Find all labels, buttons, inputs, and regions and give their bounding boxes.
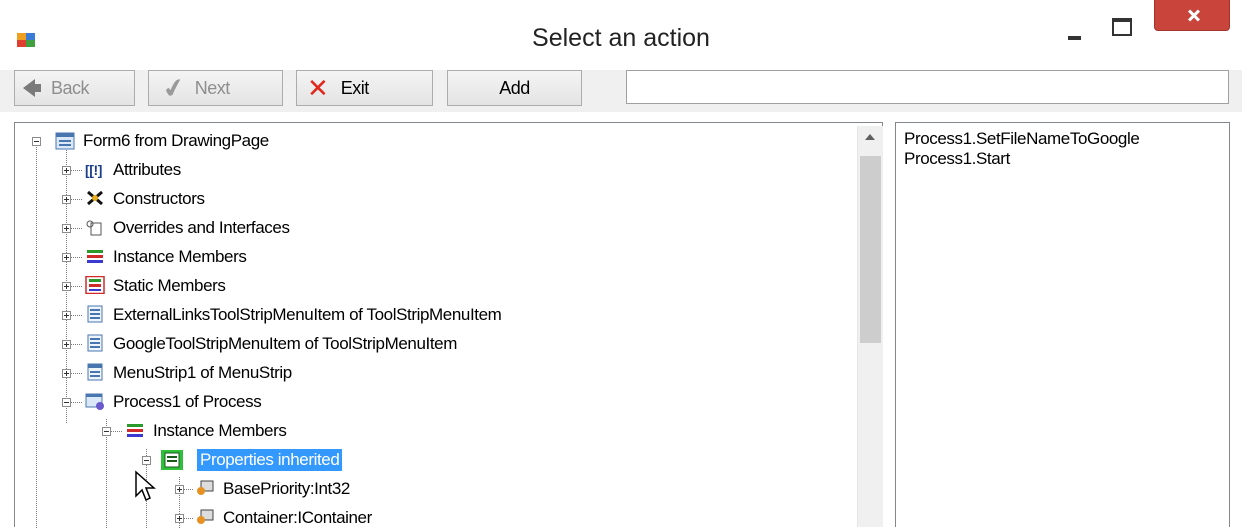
minimize-button[interactable] [1062,10,1092,46]
tree-scrollbar[interactable] [857,126,883,527]
exit-label: Exit [340,77,370,98]
tree-node-label-selected: Properties inherited [197,449,343,471]
actions-list[interactable]: Process1.SetFileNameToGoogle Process1.St… [895,122,1230,527]
tree-node-label: Process1 of Process [113,392,262,411]
form-icon [55,132,75,150]
tree-connector [70,228,82,229]
collapse-toggle-icon[interactable] [142,456,151,465]
menu-item-icon [87,334,103,352]
members-icon [87,250,103,263]
tree-node-label: ExternalLinksToolStripMenuItem of ToolSt… [113,305,502,324]
list-item[interactable]: Process1.Start [904,149,1010,169]
tree-connector [183,518,193,519]
exit-button[interactable]: ✕ Exit [296,70,433,106]
tree-connector [110,431,122,432]
tree-node-label: Attributes [113,160,181,179]
title-bar[interactable]: Select an action [0,0,1242,70]
add-button[interactable]: Add [447,70,582,106]
tree-connector [70,315,82,316]
scroll-up-arrow-icon[interactable] [865,134,875,140]
expand-toggle-icon[interactable] [62,311,71,320]
properties-icon [161,450,183,470]
tree-node-label: Form6 from DrawingPage [83,131,269,150]
expand-toggle-icon[interactable] [175,485,184,494]
window-title: Select an action [532,24,710,52]
back-button[interactable]: Back [14,70,135,106]
property-icon [197,480,214,495]
mouse-cursor-icon [135,470,156,502]
menu-strip-icon [87,363,103,381]
static-members-icon [85,276,105,294]
tree-node-label: MenuStrip1 of MenuStrip [113,363,292,382]
tree-connector [70,373,82,374]
expand-toggle-icon[interactable] [62,282,71,291]
members-icon [127,424,143,437]
list-item[interactable]: Process1.SetFileNameToGoogle [904,129,1140,149]
constructors-icon [87,190,103,206]
tree-node-label: Static Members [113,276,226,295]
tree-node-label: Container:IContainer [223,508,372,527]
next-label: Next [194,77,231,98]
action-text-field[interactable] [626,70,1229,104]
tree-connector [70,257,82,258]
scroll-thumb[interactable] [860,156,881,343]
tree-connector [70,286,82,287]
process-icon [85,393,104,410]
expand-toggle-icon[interactable] [62,369,71,378]
close-button[interactable] [1154,0,1230,31]
collapse-toggle-icon[interactable] [102,427,111,436]
svg-text:[[!]: [[!] [85,162,102,178]
expand-toggle-icon[interactable] [62,340,71,349]
tree-node-label: Instance Members [153,421,287,440]
checkmark-icon: ✔ [160,70,188,105]
collapse-toggle-icon[interactable] [32,137,41,146]
next-button[interactable]: ✔ Next [148,70,283,106]
tree-node-label: BasePriority:Int32 [223,479,350,498]
back-arrow-icon [23,79,41,97]
tree-connector [183,489,193,490]
attributes-icon: [[!] [85,162,102,178]
toolbar: Back ✔ Next ✕ Exit Add [0,70,1242,112]
interfaces-icon [86,220,102,236]
tree-connector [70,199,82,200]
tree-guide-line [36,145,37,528]
class-tree-view[interactable]: Form6 from DrawingPage [[!] Attributes C… [14,122,883,528]
tree-node-label: Instance Members [113,247,247,266]
expand-toggle-icon[interactable] [62,253,71,262]
expand-toggle-icon[interactable] [175,514,184,523]
tree-node-label: GoogleToolStripMenuItem of ToolStripMenu… [113,334,457,353]
expand-toggle-icon[interactable] [62,195,71,204]
tree-connector [70,170,82,171]
expand-toggle-icon[interactable] [62,166,71,175]
red-x-icon: ✕ [307,72,329,103]
menu-item-icon [87,305,103,323]
tree-node-label: Overrides and Interfaces [113,218,290,237]
add-label: Add [499,77,530,98]
property-icon [197,509,214,524]
tree-connector [70,402,82,403]
collapse-toggle-icon[interactable] [62,398,71,407]
expand-toggle-icon[interactable] [62,224,71,233]
tree-connector [70,344,82,345]
select-action-window: Select an action Back ✔ Next ✕ Exit Add [0,0,1242,528]
back-label: Back [51,77,90,98]
tree-node-label: Constructors [113,189,205,208]
maximize-button[interactable] [1106,10,1140,46]
